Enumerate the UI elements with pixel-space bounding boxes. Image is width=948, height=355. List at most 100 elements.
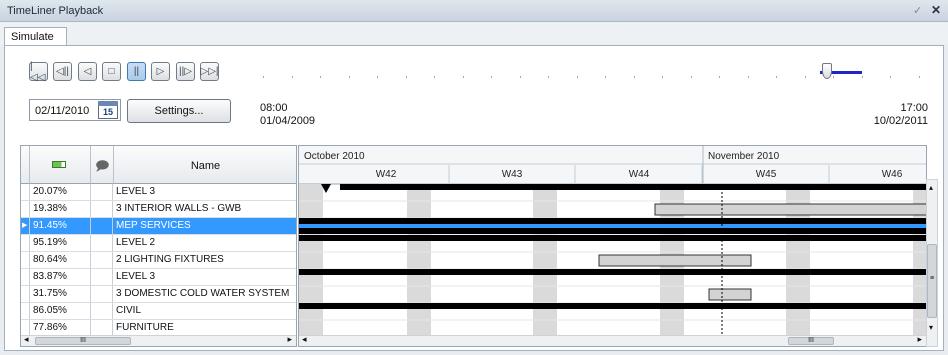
- scroll-right-icon[interactable]: ▸: [917, 334, 922, 345]
- play-button[interactable]: ▷: [151, 62, 170, 81]
- slider-tick: [576, 76, 578, 78]
- name-cell: MEP SERVICES: [116, 220, 191, 231]
- comment-cell: [91, 252, 113, 268]
- summary-bar: [299, 218, 926, 224]
- header-progress[interactable]: [30, 146, 91, 184]
- vscroll-thumb[interactable]: ≡: [927, 244, 937, 318]
- row-selector[interactable]: [21, 235, 30, 251]
- scroll-left-icon[interactable]: ◂: [302, 334, 307, 345]
- playback-slider-ticks[interactable]: [263, 76, 931, 78]
- progress-cell: 31.75%: [30, 286, 91, 302]
- slider-tick: [434, 76, 435, 78]
- name-cell: LEVEL 3: [116, 271, 156, 282]
- start-datetime: 08:00 01/04/2009: [260, 102, 315, 128]
- progress-cell: 19.38%: [30, 201, 91, 217]
- progress-cell: 95.19%: [30, 235, 91, 251]
- name-cell: FURNITURE: [116, 322, 174, 333]
- scrollbar-thumb[interactable]: III: [788, 337, 834, 345]
- row-selector[interactable]: [21, 184, 30, 200]
- task-grid-hscrollbar[interactable]: ◂ III ▸: [21, 334, 296, 346]
- pause-button[interactable]: ||: [127, 62, 146, 81]
- comment-cell: [91, 303, 113, 319]
- slider-tick: [804, 76, 806, 78]
- table-row[interactable]: 86.05% CIVIL: [21, 303, 296, 320]
- calendar-icon[interactable]: 15: [98, 101, 118, 119]
- end-datetime: 17:00 10/02/2011: [874, 102, 928, 128]
- window-title: TimeLiner Playback: [7, 5, 104, 17]
- row-selector[interactable]: [21, 201, 30, 217]
- table-row[interactable]: 19.38% 3 INTERIOR WALLS - GWB: [21, 201, 296, 218]
- pin-icon[interactable]: ✓: [913, 4, 922, 17]
- start-date: 01/04/2009: [260, 115, 316, 127]
- name-cell: LEVEL 3: [116, 186, 156, 197]
- row-selector[interactable]: [21, 252, 30, 268]
- slider-tick: [833, 76, 834, 78]
- row-selector[interactable]: [21, 269, 30, 285]
- scroll-down-icon[interactable]: ▾: [929, 323, 933, 332]
- header-row-selector: [21, 146, 30, 184]
- progress-cell: 77.86%: [30, 320, 91, 336]
- table-row[interactable]: 31.75% 3 DOMESTIC COLD WATER SYSTEM: [21, 286, 296, 303]
- gantt-svg: October 2010 November 2010 W42 W43 W44 W45 W46: [299, 146, 926, 346]
- slider-tick: [519, 76, 521, 78]
- slider-tick: [462, 76, 464, 78]
- slider-tick: [320, 76, 321, 78]
- slider-tick: [633, 76, 635, 78]
- table-row[interactable]: 95.19% LEVEL 2: [21, 235, 296, 252]
- row-selector[interactable]: [21, 286, 30, 302]
- summary-bar: [299, 235, 926, 241]
- slider-tick: [348, 76, 350, 78]
- comment-cell: [91, 269, 113, 285]
- task-grid: 🗩 Name 20.07% LEVEL 3 19.38% 3 INTERIOR WAL…: [20, 145, 297, 347]
- slider-tick: [690, 76, 692, 78]
- progress-column-icon: [52, 161, 66, 168]
- summary-bar: [299, 228, 926, 234]
- scrollbar-thumb[interactable]: III: [35, 337, 131, 345]
- row-selector[interactable]: [21, 303, 30, 319]
- header-comment[interactable]: 🗩: [91, 146, 114, 184]
- gantt-vscrollbar[interactable]: ▴ ≡ ▾: [926, 179, 938, 347]
- name-cell: 3 DOMESTIC COLD WATER SYSTEM: [116, 288, 290, 299]
- slider-tick: [263, 76, 264, 78]
- scroll-left-icon[interactable]: ◂: [24, 334, 29, 345]
- title-bar: [0, 0, 948, 22]
- step-forward-button[interactable]: ||▷: [176, 62, 195, 81]
- slider-tick: [548, 76, 549, 78]
- task-bar: [708, 288, 752, 301]
- name-cell: 3 INTERIOR WALLS - GWB: [116, 203, 242, 214]
- rewind-to-start-button[interactable]: |◁◁: [29, 61, 48, 83]
- comment-cell: [91, 320, 113, 336]
- task-bar: [654, 203, 926, 216]
- progress-cell: 80.64%: [30, 252, 91, 268]
- gantt-hscrollbar[interactable]: ◂ III ▸: [299, 334, 926, 346]
- table-row[interactable]: 80.64% 2 LIGHTING FIXTURES: [21, 252, 296, 269]
- comment-cell: [91, 184, 113, 200]
- tab-simulate[interactable]: Simulate: [4, 27, 67, 46]
- scroll-right-icon[interactable]: ▸: [287, 334, 292, 345]
- slider-tick: [662, 76, 663, 78]
- slider-tick: [491, 76, 492, 78]
- scroll-up-icon[interactable]: ▴: [929, 183, 933, 192]
- playback-slider-thumb[interactable]: [821, 63, 832, 79]
- header-name[interactable]: Name: [114, 146, 296, 184]
- step-back-button[interactable]: ◁||: [53, 62, 72, 81]
- slider-tick: [405, 76, 407, 78]
- forward-to-end-button[interactable]: ▷▷|: [200, 62, 219, 81]
- nonworking-band: [407, 184, 431, 346]
- slider-tick: [776, 76, 777, 78]
- summary-bar: [299, 269, 926, 275]
- close-icon[interactable]: ✕: [931, 3, 941, 17]
- slider-tick: [747, 76, 749, 78]
- table-row[interactable]: ▶ 91.45% MEP SERVICES: [21, 218, 296, 235]
- stop-button[interactable]: □: [102, 62, 121, 81]
- name-cell: LEVEL 2: [116, 237, 156, 248]
- slider-tick: [918, 76, 920, 78]
- table-row[interactable]: 20.07% LEVEL 3: [21, 184, 296, 201]
- end-time: 17:00: [900, 102, 928, 114]
- comment-cell: [91, 218, 113, 234]
- slider-tick: [719, 76, 720, 78]
- settings-button[interactable]: Settings...: [127, 99, 231, 123]
- table-row[interactable]: 83.87% LEVEL 3: [21, 269, 296, 286]
- row-selector[interactable]: ▶: [21, 218, 30, 234]
- play-reverse-button[interactable]: ◁: [78, 62, 97, 81]
